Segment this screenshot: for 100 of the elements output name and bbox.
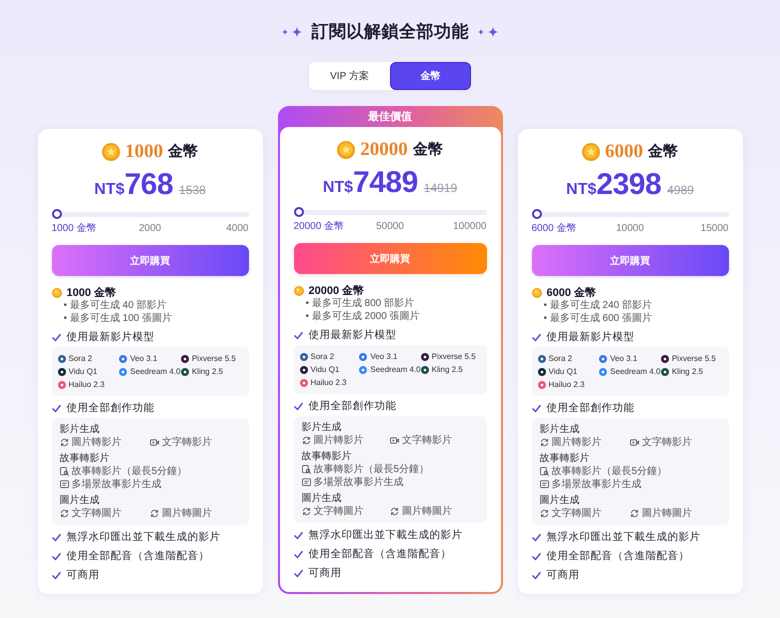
video-camera-icon — [150, 438, 159, 447]
slider-stop-label[interactable]: 100000 — [453, 221, 486, 233]
check-icon — [532, 532, 540, 542]
cycle-arrows-icon — [630, 509, 639, 518]
coin-icon — [294, 286, 304, 296]
benefit-text: 無浮水印匯出並下載生成的影片 — [546, 530, 700, 544]
benefit-text: 使用最新影片模型 — [308, 328, 396, 342]
quota-text: • 最多可生成 2000 張圖片 — [306, 310, 420, 323]
currency-label: NT$ — [94, 180, 124, 200]
model-name: Seedream 4.0 — [130, 366, 180, 376]
benefit-text: 無浮水印匯出並下載生成的影片 — [308, 528, 462, 542]
document-list-icon — [302, 478, 310, 487]
cycle-arrows-icon — [540, 438, 548, 447]
tool-name: 文字轉圖片 — [552, 508, 602, 520]
tool-name: 故事轉影片（最長5分鐘） — [552, 466, 668, 478]
tool-name: 文字轉影片 — [402, 434, 452, 446]
tool-name: 圖片轉圖片 — [162, 508, 212, 520]
slider-stop-label[interactable]: 20000 金幣 — [294, 221, 344, 233]
model-name: Seedream 4.0 — [610, 366, 660, 376]
model-name: Sora 2 — [68, 354, 92, 364]
tool-name: 文字轉圖片 — [314, 506, 364, 518]
cycle-arrows-icon — [540, 509, 548, 518]
coin-icon — [52, 288, 62, 298]
tool-group-title: 故事轉影片 — [302, 450, 352, 463]
video-camera-icon — [390, 436, 399, 445]
buy-now-button[interactable]: 立即購買 — [294, 243, 486, 274]
check-icon — [294, 568, 302, 578]
model-name: Hailuo 2.3 — [310, 378, 347, 388]
coin-slider[interactable] — [52, 209, 248, 219]
quota-text: • 最多可生成 800 部影片 — [306, 298, 414, 310]
coin-package-title: 20000 金幣 — [308, 284, 364, 298]
tool-group-title: 圖片生成 — [60, 494, 100, 507]
coin-slider[interactable] — [294, 207, 486, 217]
document-search-icon — [540, 467, 548, 476]
currency-label: NT$ — [566, 180, 596, 200]
model-name: Hailuo 2.3 — [548, 380, 585, 390]
coin-package-title: 1000 金幣 — [66, 286, 116, 300]
model-name: Pixverse 5.5 — [192, 354, 236, 364]
model-name: Pixverse 5.5 — [672, 354, 716, 364]
benefit-text: 使用全部配音（含進階配音） — [308, 547, 452, 561]
sparkle-icon — [478, 29, 484, 35]
coin-unit: 金幣 — [648, 142, 678, 162]
plan-tab[interactable]: VIP 方案 — [309, 62, 390, 90]
tool-name: 圖片轉圖片 — [642, 508, 692, 520]
benefit-text: 可商用 — [308, 566, 342, 580]
tool-group-title: 故事轉影片 — [540, 452, 590, 465]
coin-unit: 金幣 — [168, 142, 198, 162]
model-name: Sora 2 — [548, 354, 572, 364]
slider-stop-label[interactable]: 1000 金幣 — [52, 223, 97, 235]
coin-amount: 20000 — [360, 139, 408, 161]
document-search-icon — [60, 467, 68, 476]
benefit-text: 使用最新影片模型 — [546, 330, 634, 344]
benefit-text: 使用全部創作功能 — [546, 401, 634, 415]
model-name: Vidu Q1 — [548, 366, 578, 376]
slider-stop-label[interactable]: 15000 — [700, 223, 728, 235]
model-name: Veo 3.1 — [130, 354, 158, 364]
quota-text: • 最多可生成 40 部影片 — [64, 300, 166, 312]
sparkle-icon — [292, 27, 302, 37]
slider-stop-label[interactable]: 4000 — [226, 223, 248, 235]
tool-name: 文字轉影片 — [162, 436, 212, 448]
price-amount: 768 — [124, 169, 174, 201]
slider-stop-label[interactable]: 10000 — [616, 223, 644, 235]
tool-group-title: 圖片生成 — [540, 494, 580, 507]
coin-amount: 1000 — [125, 141, 163, 163]
model-name: Kling 2.5 — [672, 366, 703, 376]
tool-group-title: 圖片生成 — [302, 492, 342, 505]
check-icon — [532, 332, 540, 342]
plan-tab[interactable]: 金幣 — [390, 62, 471, 90]
slider-thumb[interactable] — [532, 209, 542, 219]
slider-thumb[interactable] — [52, 209, 62, 219]
check-icon — [294, 530, 302, 540]
cycle-arrows-icon — [302, 436, 310, 445]
coin-slider[interactable] — [532, 209, 728, 219]
tool-name: 文字轉影片 — [642, 436, 692, 448]
slider-stop-label[interactable]: 50000 — [376, 221, 404, 233]
check-icon — [532, 552, 540, 560]
price-amount: 2398 — [596, 169, 662, 201]
coin-amount: 6000 — [605, 141, 643, 163]
coin-icon — [582, 143, 600, 161]
check-icon — [532, 404, 540, 412]
slider-stop-label[interactable]: 2000 — [138, 223, 162, 235]
tool-group-title: 故事轉影片 — [60, 452, 110, 465]
check-icon — [52, 332, 60, 342]
cycle-arrows-icon — [390, 507, 399, 516]
tool-group-title: 影片生成 — [302, 421, 342, 434]
slider-thumb[interactable] — [294, 207, 304, 217]
slider-stop-label[interactable]: 6000 金幣 — [532, 223, 577, 235]
cycle-arrows-icon — [60, 509, 68, 518]
currency-label: NT$ — [322, 178, 354, 198]
cycle-arrows-icon — [150, 509, 159, 518]
buy-now-button[interactable]: 立即購買 — [52, 245, 248, 276]
benefit-text: 使用全部配音（含進階配音） — [66, 549, 210, 563]
tool-name: 文字轉圖片 — [72, 508, 122, 520]
model-name: Vidu Q1 — [68, 366, 98, 376]
model-name: Kling 2.5 — [192, 366, 223, 376]
tool-name: 多場景故事影片生成 — [72, 478, 162, 490]
benefit-text: 可商用 — [66, 568, 100, 582]
quota-text: • 最多可生成 240 部影片 — [544, 300, 652, 312]
buy-now-button[interactable]: 立即購買 — [532, 245, 728, 276]
check-icon — [52, 404, 60, 412]
